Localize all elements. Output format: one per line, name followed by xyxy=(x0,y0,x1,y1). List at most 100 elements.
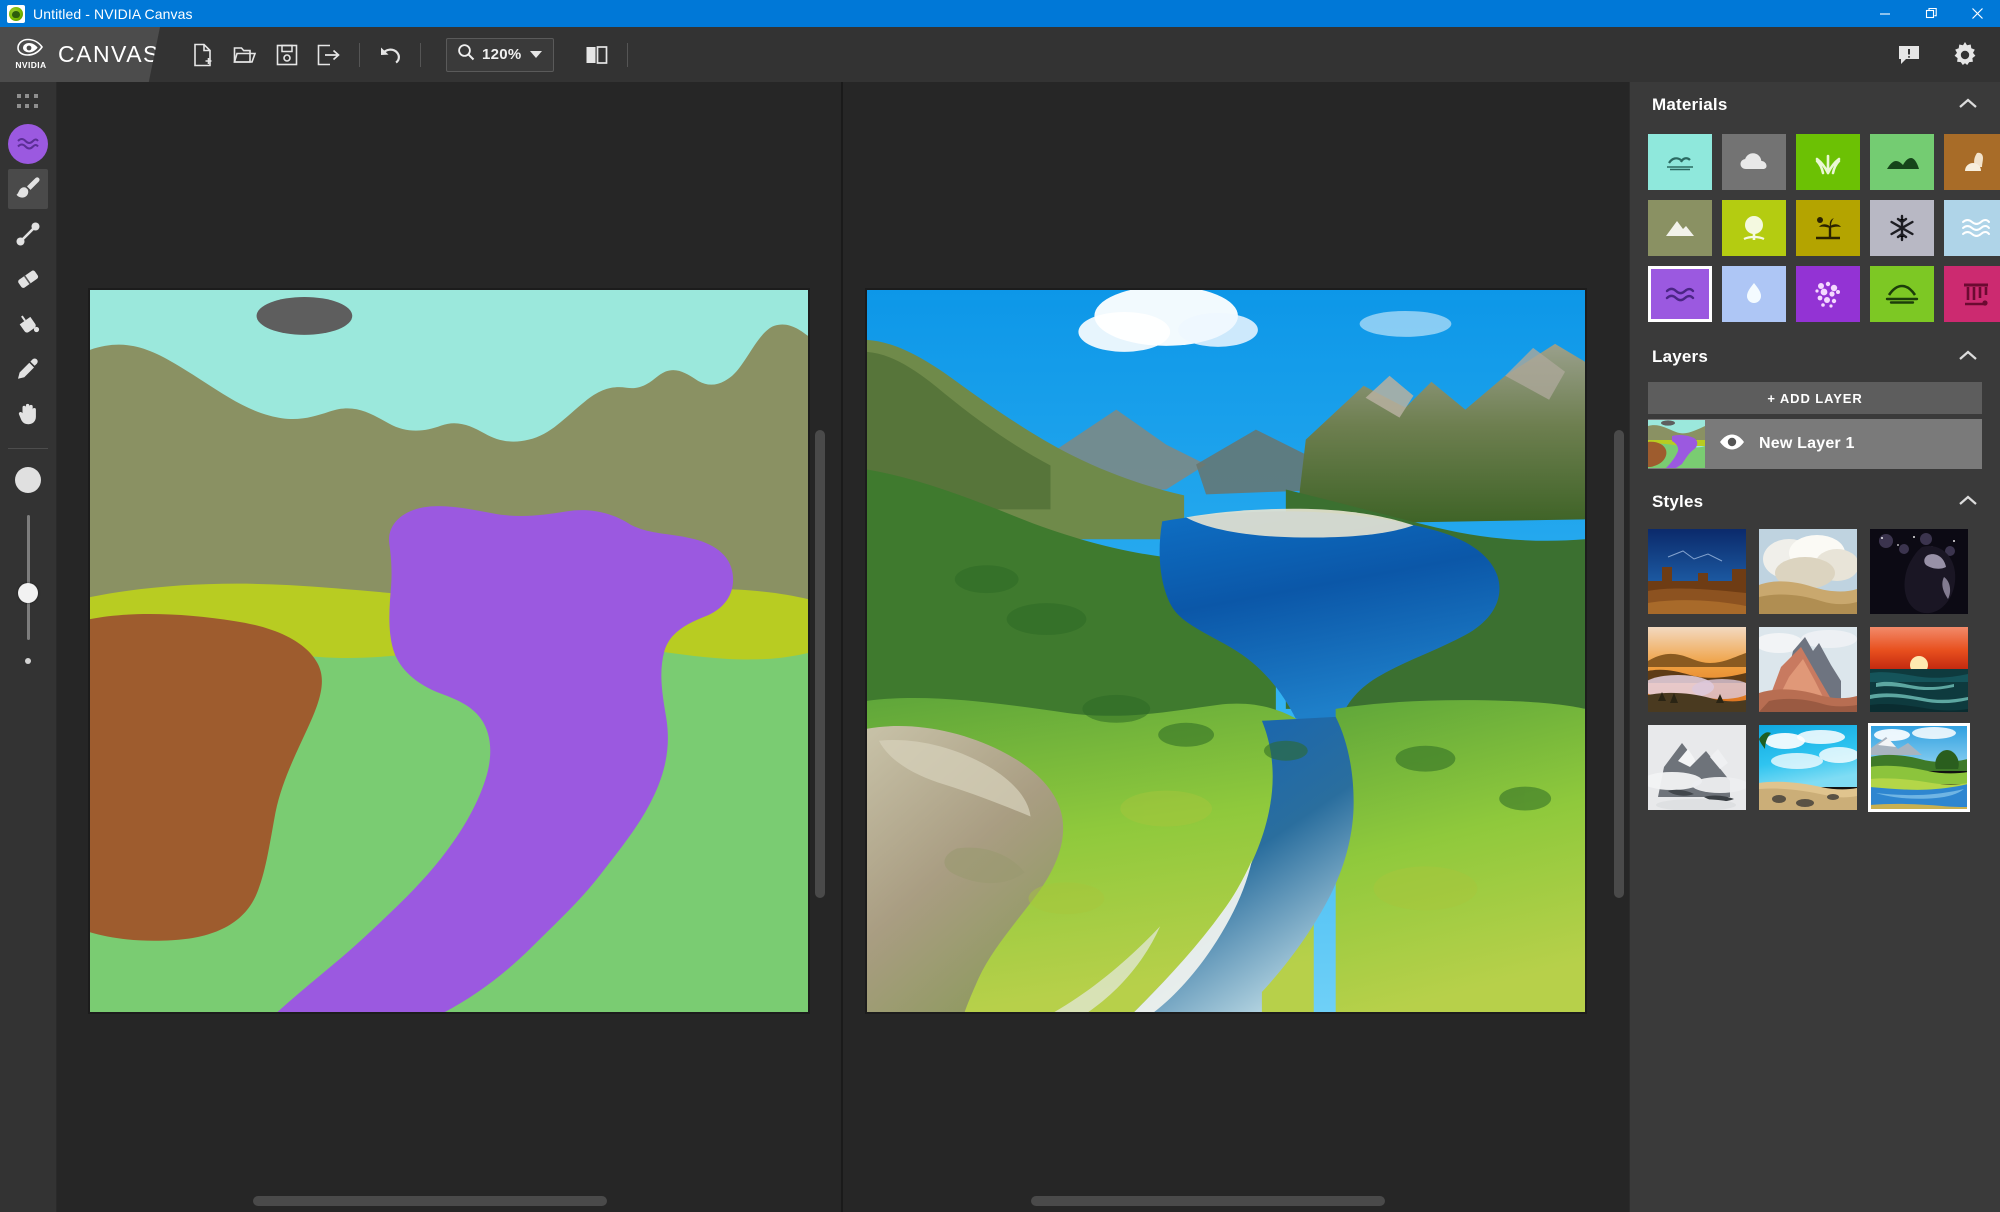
canvas-hscroll-left[interactable] xyxy=(253,1196,607,1206)
material-cloud[interactable] xyxy=(1722,134,1786,190)
window-title: Untitled - NVIDIA Canvas xyxy=(33,5,193,22)
waves-icon xyxy=(17,138,39,150)
material-fog[interactable] xyxy=(1870,266,1934,322)
material-hill[interactable] xyxy=(1870,134,1934,190)
open-file-button[interactable] xyxy=(224,34,266,76)
sand-icon xyxy=(1965,152,1983,171)
style-misty-mono[interactable] xyxy=(1648,725,1746,810)
material-mountain[interactable] xyxy=(1648,200,1712,256)
eye-icon[interactable] xyxy=(1719,433,1745,456)
material-sea[interactable] xyxy=(1944,200,2000,256)
add-layer-button[interactable]: + ADD LAYER xyxy=(1648,382,1982,414)
canvas-hscroll-right[interactable] xyxy=(1031,1196,1385,1206)
styles-title: Styles xyxy=(1652,492,1704,511)
layers-section-header[interactable]: Layers xyxy=(1630,334,2000,380)
material-bush[interactable] xyxy=(1722,200,1786,256)
brush-size-slider[interactable] xyxy=(18,515,38,640)
toolbar-divider-3 xyxy=(626,42,628,67)
eyedropper-icon xyxy=(18,358,38,379)
right-panel: Materials Layers + ADD LAYER New Layer 1… xyxy=(1629,82,2000,1212)
hand-icon xyxy=(18,403,36,425)
app-name: CANVAS xyxy=(58,41,160,67)
droplet-icon xyxy=(1747,283,1761,303)
material-sky[interactable] xyxy=(1648,134,1712,190)
undo-button[interactable] xyxy=(369,34,411,76)
close-button[interactable] xyxy=(1954,0,2000,27)
styles-section-header[interactable]: Styles xyxy=(1630,479,2000,525)
flowers-icon xyxy=(1815,281,1840,308)
zoom-control[interactable]: 120% xyxy=(446,37,554,72)
style-alpine-lake[interactable] xyxy=(1868,723,1970,812)
paintbrush-icon xyxy=(16,177,40,198)
chevron-down-icon[interactable] xyxy=(529,46,543,64)
nvidia-canvas-icon xyxy=(7,4,25,23)
layers-list: + ADD LAYER New Layer 1 xyxy=(1630,380,2000,469)
restore-button[interactable] xyxy=(1908,0,1954,27)
material-flowers[interactable] xyxy=(1796,266,1860,322)
segmentation-pane xyxy=(57,82,841,1212)
canvas-vscroll-right[interactable] xyxy=(1614,430,1624,898)
bush-icon xyxy=(1743,216,1765,240)
waves-icon xyxy=(1665,287,1695,302)
generated-image-canvas[interactable] xyxy=(865,288,1587,1014)
palm-icon xyxy=(1816,217,1841,240)
minimize-button[interactable] xyxy=(1862,0,1908,27)
styles-grid xyxy=(1630,525,2000,822)
view-actions-group xyxy=(576,34,637,76)
sky-icon xyxy=(1667,157,1693,171)
rail-divider xyxy=(8,448,48,449)
style-mesa-night[interactable] xyxy=(1648,529,1746,614)
nvidia-eye-logo: NVIDIA xyxy=(10,35,50,75)
line-tool[interactable] xyxy=(8,214,48,254)
style-red-peak[interactable] xyxy=(1759,627,1857,712)
grid-dots-icon[interactable] xyxy=(17,94,39,110)
gear-icon[interactable] xyxy=(1944,34,1986,76)
feedback-icon[interactable] xyxy=(1888,34,1930,76)
style-cloud-rock[interactable] xyxy=(1759,529,1857,614)
eyedropper-tool[interactable] xyxy=(8,349,48,389)
style-blue-beach[interactable] xyxy=(1759,725,1857,810)
magnifier-icon xyxy=(457,43,475,66)
cloud-icon xyxy=(1740,153,1767,169)
material-grass[interactable] xyxy=(1796,134,1860,190)
main-toolbar: NVIDIA CANVAS BETA 120% xyxy=(0,27,2000,82)
style-ocean-sunset[interactable] xyxy=(1870,627,1968,712)
ruins-icon xyxy=(1964,283,1988,306)
paintbrush-tool[interactable] xyxy=(8,169,48,209)
material-ruins[interactable] xyxy=(1944,266,2000,322)
materials-section-header[interactable]: Materials xyxy=(1630,82,2000,128)
app-brand: NVIDIA CANVAS BETA xyxy=(0,27,160,82)
brush-size-min-dot xyxy=(25,658,31,664)
style-golden-fog[interactable] xyxy=(1648,627,1746,712)
style-cave-dark[interactable] xyxy=(1870,529,1968,614)
material-water[interactable] xyxy=(1722,266,1786,322)
pan-tool[interactable] xyxy=(8,394,48,434)
fill-tool[interactable] xyxy=(8,304,48,344)
material-tropical[interactable] xyxy=(1796,200,1860,256)
chevron-up-icon[interactable] xyxy=(1958,96,1978,114)
chevron-up-icon[interactable] xyxy=(1958,348,1978,366)
save-button[interactable] xyxy=(266,34,308,76)
material-sand[interactable] xyxy=(1944,134,2000,190)
material-snow[interactable] xyxy=(1870,200,1934,256)
new-file-button[interactable] xyxy=(182,34,224,76)
layers-title: Layers xyxy=(1652,347,1709,366)
eraser-icon xyxy=(18,270,39,288)
slider-knob[interactable] xyxy=(18,583,38,603)
chevron-up-icon[interactable] xyxy=(1958,493,1978,511)
layer-thumbnail xyxy=(1648,420,1705,468)
canvas-vscroll-left[interactable] xyxy=(815,430,825,898)
material-river[interactable] xyxy=(1648,266,1712,322)
zoom-level-value: 120% xyxy=(482,46,522,63)
toolbar-right-group xyxy=(1888,34,2000,76)
export-button[interactable] xyxy=(308,34,350,76)
line-icon xyxy=(16,222,40,246)
eraser-tool[interactable] xyxy=(8,259,48,299)
split-view-button[interactable] xyxy=(576,34,618,76)
active-material-swatch[interactable] xyxy=(8,124,48,164)
sea-icon xyxy=(1962,219,1990,237)
toolbar-divider-2 xyxy=(420,42,421,67)
segmentation-canvas[interactable] xyxy=(88,288,810,1014)
paint-bucket-icon xyxy=(19,315,40,333)
layer-row[interactable]: New Layer 1 xyxy=(1648,419,1982,469)
